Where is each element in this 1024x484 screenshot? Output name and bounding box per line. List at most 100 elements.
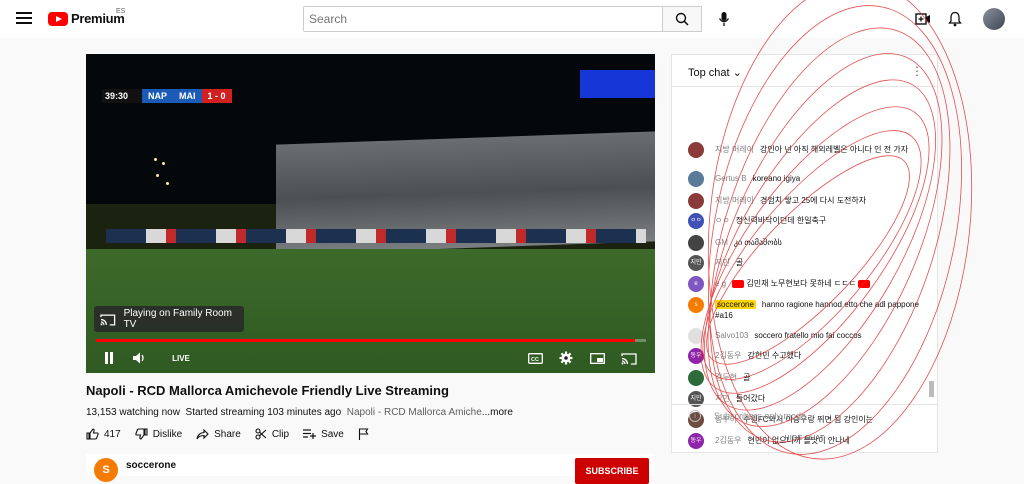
more-options-icon[interactable]: ⋮ (911, 64, 923, 78)
chat-author-name[interactable]: ㅇㅇ (715, 216, 730, 225)
chat-author-name[interactable]: 김두현 (715, 373, 737, 382)
watching-count: 13,153 watching now (86, 407, 180, 418)
channel-row: S soccerone SUBSCRIBE (86, 454, 655, 484)
chat-message[interactable]: ㅇㅇ ㅇㅇ 정신력바닥이던데 한일축구 (688, 213, 920, 229)
chat-author-avatar[interactable] (688, 193, 704, 209)
chat-author-name[interactable]: 지방 머레이 (715, 145, 754, 154)
thumbs-up-icon (86, 428, 99, 440)
subscribe-button[interactable]: SUBSCRIBE (575, 458, 649, 484)
chat-scrollbar[interactable] (929, 381, 934, 397)
captions-icon: CC (527, 352, 543, 364)
settings-button[interactable] (557, 348, 575, 368)
chat-author-name[interactable]: Gertus B (715, 174, 747, 183)
chat-message[interactable]: 동우 2김동우 강현민 수고했다 (688, 348, 920, 364)
clip-label: Clip (271, 428, 290, 440)
channel-name[interactable]: soccerone (126, 460, 176, 471)
match-clock: 39:30 (102, 89, 142, 103)
chat-author-name[interactable]: 지민 (715, 394, 730, 403)
save-button[interactable]: Save (303, 429, 344, 440)
floodlight (154, 158, 157, 161)
stream-start: Started streaming 103 minutes ago (185, 407, 342, 418)
floodlight (166, 182, 169, 185)
video-player[interactable]: 39:30 NAP MAI 1 - 0 Playing on Family Ro… (86, 54, 655, 373)
chat-author-avatar[interactable] (688, 370, 704, 386)
search-icon (675, 12, 689, 26)
menu-icon[interactable] (16, 12, 32, 24)
chat-message-body: 지방 머레이 경험치 쌓고 25에 다시 도전하자 (715, 193, 920, 206)
live-label: LIVE (172, 353, 190, 363)
chat-author-name[interactable]: 지방 머레이 (715, 196, 754, 205)
pause-button[interactable] (100, 348, 118, 368)
search-button[interactable] (662, 6, 702, 32)
create-button[interactable] (912, 8, 934, 30)
clip-button[interactable]: Clip (255, 428, 289, 440)
share-label: Share (214, 428, 241, 440)
chat-message[interactable]: Gertus B koreano igiya (688, 171, 920, 187)
show-more-link[interactable]: ...more (482, 407, 513, 418)
video-meta[interactable]: 13,153 watching now Started streaming 10… (86, 407, 546, 418)
youtube-premium-logo[interactable]: Premium ES (48, 8, 125, 26)
chat-message[interactable]: 김두현 골 (688, 370, 920, 386)
chat-author-name[interactable]: 지민 (715, 258, 730, 267)
voice-search-button[interactable] (712, 7, 736, 31)
live-indicator[interactable]: LIVE (166, 348, 196, 368)
chat-author-avatar[interactable] (688, 142, 704, 158)
cast-icon (621, 352, 637, 365)
floodlight (156, 174, 159, 177)
captions-button[interactable]: CC (526, 348, 544, 368)
chat-author-avatar[interactable]: ㅇㅇ (688, 213, 704, 229)
progress-bar[interactable] (96, 339, 646, 342)
search-input[interactable] (303, 6, 663, 32)
player-controls: LIVE CC (86, 344, 655, 373)
home-team: NAP (142, 89, 174, 103)
chat-author-avatar[interactable]: s (688, 297, 704, 313)
live-chat-panel: Top chat ⌄ ⋮ 지방 머레이 강인아 넌 아직 해외레벨은 아니다 인 … (671, 54, 938, 453)
chat-message-body: Gertus B koreano igiya (715, 171, 920, 184)
share-button[interactable]: Share (196, 428, 241, 440)
dislike-button[interactable]: Dislike (134, 428, 182, 440)
cast-button[interactable] (620, 348, 638, 368)
like-count: 417 (104, 428, 121, 440)
miniplayer-button[interactable] (588, 348, 606, 368)
chat-author-avatar[interactable]: 지민 (688, 255, 704, 271)
chat-message[interactable]: s soccerone hanno ragione hannod etto che … (688, 297, 920, 321)
chat-message[interactable]: 지방 머레이 경험치 쌓고 25에 다시 도전하자 (688, 193, 920, 209)
video-blue-banner (580, 70, 655, 98)
pause-icon (105, 352, 113, 364)
chat-message-body: 지방 머레이 강인아 넌 아직 해외레벨은 아니다 인 전 가자 (715, 142, 920, 155)
notifications-button[interactable] (944, 8, 966, 30)
chat-message[interactable]: 지민 지민 골 (688, 255, 920, 271)
chat-author-avatar[interactable] (688, 328, 704, 344)
chat-header: Top chat ⌄ ⋮ (672, 55, 937, 87)
chat-author-avatar[interactable]: 동우 (688, 348, 704, 364)
chat-message-text: 골 (735, 258, 744, 267)
hide-chat-button[interactable]: HIDE CHAT (672, 435, 937, 442)
account-avatar[interactable] (983, 8, 1005, 30)
chat-message-body: 2김동우 강현민 수고했다 (715, 348, 920, 361)
channel-avatar[interactable]: S (94, 458, 118, 482)
chat-author-name[interactable]: e g (715, 279, 726, 288)
chat-message[interactable]: GM კი თამაშობს (688, 235, 920, 251)
chat-author-name[interactable]: soccerone (715, 300, 756, 309)
chevron-down-icon: ⌄ (732, 67, 742, 79)
chat-message[interactable]: e e g 김민재 노무현보다 못하네 ㄷㄷㄷ (688, 276, 920, 292)
chat-message[interactable]: Salvo103 soccero fratello mio fai coccos (688, 328, 920, 344)
like-button[interactable]: 417 (86, 428, 121, 440)
chat-message-body: 지민 들어갔다 (715, 391, 920, 404)
volume-button[interactable] (130, 348, 148, 368)
chat-message-text: 강현민 수고했다 (747, 351, 802, 360)
chat-message-text: კი თამაშობს (733, 238, 782, 247)
chat-mode-dropdown[interactable]: Top chat ⌄ (688, 66, 742, 79)
chat-author-name[interactable]: Salvo103 (715, 331, 748, 340)
top-bar: Premium ES (0, 0, 1024, 38)
chat-message[interactable]: 지방 머레이 강인아 넌 아직 해외레벨은 아니다 인 전 가자 (688, 142, 920, 158)
scissors-icon (255, 428, 267, 440)
chat-author-name[interactable]: GM (715, 238, 728, 247)
chat-author-name[interactable]: 2김동우 (715, 351, 742, 360)
thumbs-down-icon (134, 428, 148, 440)
report-button[interactable] (358, 428, 374, 440)
chat-author-avatar[interactable] (688, 171, 704, 187)
chat-message[interactable]: 지민 지민 들어갔다 (688, 391, 920, 407)
chat-author-avatar[interactable] (688, 235, 704, 251)
chat-author-avatar[interactable]: e (688, 276, 704, 292)
